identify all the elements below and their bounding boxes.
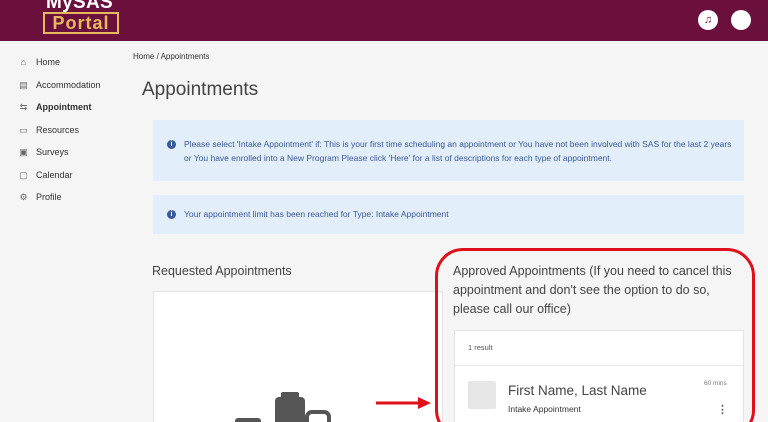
user-avatar[interactable]	[731, 10, 751, 30]
info-icon: i	[167, 140, 176, 149]
logo-text-bottom: Portal	[43, 12, 119, 34]
sidebar-item-label: Calendar	[36, 170, 73, 180]
info-icon: i	[167, 210, 176, 219]
intake-info-alert: i Please select 'Intake Appointment' if:…	[153, 120, 744, 181]
sidebar-item-resources[interactable]: ▭ Resources	[18, 121, 79, 139]
sidebar-item-profile[interactable]: ⚙ Profile	[18, 188, 62, 206]
alert-text: Your appointment limit has been reached …	[184, 209, 449, 219]
sidebar-item-calendar[interactable]: ▢ Calendar	[18, 166, 73, 184]
sidebar-item-label: Surveys	[36, 147, 69, 157]
alert-text: Please select 'Intake Appointment' if: T…	[184, 139, 732, 163]
limit-info-alert: i Your appointment limit has been reache…	[153, 195, 744, 234]
requested-appointments-title: Requested Appointments	[152, 264, 292, 278]
message-icon: ▤	[19, 79, 28, 90]
annotation-arrow-icon	[376, 397, 431, 409]
annotation-highlight-circle	[435, 248, 755, 422]
home-icon: ⌂	[20, 57, 27, 67]
sidebar-item-label: Resources	[36, 125, 80, 135]
sidebar-item-label: Accommodation	[36, 80, 101, 90]
empty-documents-icon	[235, 392, 331, 422]
music-note-icon[interactable]: ♫	[698, 10, 718, 30]
sidebar-item-label: Appointment	[36, 102, 92, 112]
breadcrumb[interactable]: Home / Appointments	[133, 52, 209, 61]
calendar-icon: ▢	[19, 169, 28, 180]
sidebar-item-label: Profile	[36, 192, 62, 202]
sidebar-item-surveys[interactable]: ▣ Surveys	[18, 143, 69, 161]
sidebar-item-home[interactable]: ⌂ Home	[18, 53, 60, 71]
top-bar: MySAS Portal ♫	[0, 0, 768, 41]
page-title: Appointments	[142, 79, 259, 100]
sidebar-item-accommodation[interactable]: ▤ Accommodation	[18, 76, 101, 94]
sidebar-item-label: Home	[36, 57, 61, 67]
mysas-portal-logo[interactable]: MySAS Portal	[40, 0, 120, 40]
appointment-icon: ⇆	[19, 101, 28, 112]
gear-icon: ⚙	[19, 191, 28, 202]
sidebar-item-appointment[interactable]: ⇆ Appointment	[18, 98, 92, 116]
survey-icon: ▣	[19, 146, 28, 157]
sidebar: ⌂ Home ▤ Accommodation ⇆ Appointment ▭ R…	[0, 41, 130, 422]
folder-icon: ▭	[19, 124, 28, 135]
